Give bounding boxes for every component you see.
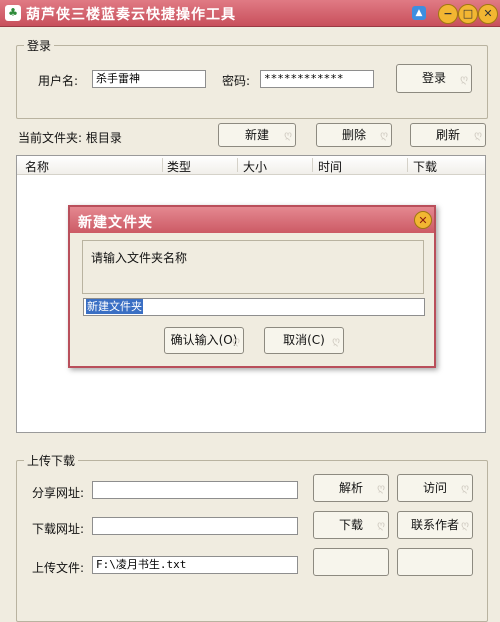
title-bar: ♣ 葫芦侠三楼蓝奏云快捷操作工具 ▲ − □ ✕ bbox=[0, 0, 500, 27]
new-folder-button-label: 新建 bbox=[244, 128, 269, 142]
column-header-download[interactable]: 下载 bbox=[413, 158, 437, 174]
share-url-label: 分享网址: bbox=[32, 486, 85, 500]
dialog-title: 新建文件夹 bbox=[78, 215, 153, 231]
swirl-decoration-icon: ღ bbox=[460, 74, 468, 85]
column-separator bbox=[312, 158, 313, 172]
upload-file-label: 上传文件: bbox=[32, 561, 85, 575]
username-field[interactable]: 杀手雷神 bbox=[92, 70, 206, 88]
upload-legend: 上传下载 bbox=[24, 452, 79, 469]
confirm-button[interactable]: 确认输入(O) ღ bbox=[164, 327, 244, 354]
download-button-label: 下载 bbox=[338, 518, 363, 532]
visit-button[interactable]: 访问 ღ bbox=[397, 474, 473, 502]
dialog-close-icon[interactable]: ✕ bbox=[414, 211, 432, 229]
username-label: 用户名: bbox=[38, 74, 79, 88]
new-folder-button[interactable]: 新建 ღ bbox=[218, 123, 296, 147]
column-header-type[interactable]: 类型 bbox=[167, 158, 191, 174]
current-folder-label: 当前文件夹: 根目录 bbox=[18, 131, 122, 145]
refresh-button-label: 刷新 bbox=[435, 128, 460, 142]
swirl-decoration-icon: ღ bbox=[232, 336, 240, 347]
download-url-label: 下载网址: bbox=[32, 522, 85, 536]
delete-button-label: 删除 bbox=[341, 128, 366, 142]
upload-extra-button-2[interactable] bbox=[397, 548, 473, 576]
cancel-button[interactable]: 取消(C) ღ bbox=[264, 327, 344, 354]
folder-name-value: 新建文件夹 bbox=[86, 299, 143, 314]
close-button[interactable]: ✕ bbox=[478, 4, 498, 24]
upload-extra-button-1[interactable] bbox=[313, 548, 389, 576]
visit-button-label: 访问 bbox=[422, 481, 447, 495]
swirl-decoration-icon: ღ bbox=[284, 130, 292, 141]
pin-icon[interactable]: ▲ bbox=[412, 6, 426, 20]
column-separator bbox=[237, 158, 238, 172]
dialog-title-bar: 新建文件夹 ✕ bbox=[70, 207, 434, 233]
window-title: 葫芦侠三楼蓝奏云快捷操作工具 bbox=[26, 7, 236, 23]
column-header-name[interactable]: 名称 bbox=[25, 158, 49, 174]
contact-author-button[interactable]: 联系作者 ღ bbox=[397, 511, 473, 539]
login-legend: 登录 bbox=[24, 37, 55, 54]
column-separator bbox=[407, 158, 408, 172]
swirl-decoration-icon: ღ bbox=[461, 483, 469, 494]
app-icon: ♣ bbox=[5, 5, 21, 21]
folder-name-input[interactable]: 新建文件夹 bbox=[83, 298, 425, 316]
cancel-button-label: 取消(C) bbox=[283, 333, 325, 347]
column-separator bbox=[162, 158, 163, 172]
swirl-decoration-icon: ღ bbox=[377, 520, 385, 531]
column-header-time[interactable]: 时间 bbox=[318, 158, 342, 174]
column-header-size[interactable]: 大小 bbox=[243, 158, 267, 174]
password-label: 密码: bbox=[222, 74, 251, 88]
refresh-button[interactable]: 刷新 ღ bbox=[410, 123, 486, 147]
swirl-decoration-icon: ღ bbox=[474, 130, 482, 141]
parse-button-label: 解析 bbox=[338, 481, 363, 495]
contact-author-button-label: 联系作者 bbox=[410, 518, 459, 532]
login-button[interactable]: 登录 ღ bbox=[396, 64, 472, 93]
new-folder-dialog: 新建文件夹 ✕ 请输入文件夹名称 新建文件夹 确认输入(O) ღ 取消(C) ღ bbox=[68, 205, 436, 368]
password-field[interactable]: ************ bbox=[260, 70, 374, 88]
dialog-prompt: 请输入文件夹名称 bbox=[91, 251, 188, 265]
swirl-decoration-icon: ღ bbox=[380, 130, 388, 141]
confirm-button-label: 确认输入(O) bbox=[170, 333, 238, 347]
share-url-field[interactable] bbox=[92, 481, 298, 499]
dialog-prompt-box: 请输入文件夹名称 bbox=[82, 240, 424, 294]
parse-button[interactable]: 解析 ღ bbox=[313, 474, 389, 502]
upload-file-field[interactable]: F:\凌月书生.txt bbox=[92, 556, 298, 574]
download-button[interactable]: 下载 ღ bbox=[313, 511, 389, 539]
swirl-decoration-icon: ღ bbox=[377, 483, 385, 494]
delete-button[interactable]: 删除 ღ bbox=[316, 123, 392, 147]
minimize-button[interactable]: − bbox=[438, 4, 458, 24]
swirl-decoration-icon: ღ bbox=[332, 336, 340, 347]
file-list-header: 名称 类型 大小 时间 下载 bbox=[17, 156, 485, 175]
download-url-field[interactable] bbox=[92, 517, 298, 535]
maximize-button[interactable]: □ bbox=[458, 4, 478, 24]
login-button-label: 登录 bbox=[421, 71, 446, 85]
swirl-decoration-icon: ღ bbox=[461, 520, 469, 531]
